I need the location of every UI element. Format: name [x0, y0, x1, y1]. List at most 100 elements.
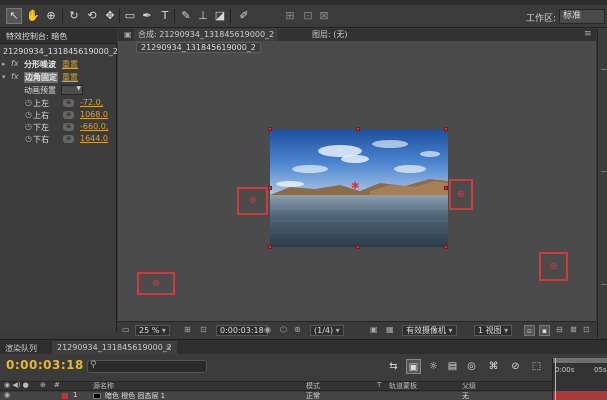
zoom-tool-icon[interactable]: ⊕ [43, 8, 59, 24]
stopwatch-icon[interactable]: ◷ [25, 110, 32, 119]
camera-select[interactable]: 有效摄像机 [402, 325, 457, 336]
reset-link[interactable]: 重置 [62, 72, 78, 83]
time-ruler[interactable]: 0:00s 05s [552, 358, 607, 400]
label-color-swatch[interactable] [62, 393, 68, 399]
safe-margins-icon[interactable]: ⊞ [184, 325, 191, 336]
crosshair-icon[interactable]: ⊕ [63, 135, 74, 143]
column-source-name[interactable]: 源名称 [93, 381, 114, 391]
tab-render-queue[interactable]: 渲染队列 [5, 343, 37, 354]
flowchart-icon[interactable]: ⊠ [570, 325, 577, 336]
reset-link[interactable]: 重置 [62, 59, 78, 70]
crosshair-icon[interactable]: ⊕ [63, 111, 74, 119]
layer-search-input[interactable] [87, 360, 207, 373]
region-of-interest-icon[interactable]: ⊡ [200, 325, 207, 336]
reset-exposure-icon[interactable]: ⊡ [583, 325, 590, 336]
column-t[interactable]: T [377, 381, 381, 389]
stopwatch-icon[interactable]: ◷ [25, 98, 32, 107]
twirl-icon[interactable]: ▾ [2, 73, 6, 81]
pan-behind-icon[interactable]: ✥ [102, 8, 118, 24]
twirl-icon[interactable]: ▸ [2, 60, 6, 68]
close-tab-icon[interactable]: × [165, 343, 172, 352]
stopwatch-icon[interactable]: ◷ [25, 134, 32, 143]
workspace-select[interactable]: 标准 [559, 9, 605, 24]
hide-shy-icon[interactable]: ☼ [426, 359, 441, 374]
rotate-tool-icon[interactable]: ↻ [66, 8, 82, 24]
fx-icon[interactable]: fx [11, 72, 19, 81]
layer-name[interactable]: 暗色 橙色 固态层 1 [105, 392, 165, 400]
work-area-bar[interactable] [553, 358, 607, 363]
crosshair-icon[interactable]: ⊕ [63, 99, 74, 107]
playhead[interactable] [555, 358, 556, 400]
column-parent[interactable]: 父级 [462, 381, 476, 391]
show-snapshot-icon[interactable]: ⬡ [280, 325, 287, 336]
rectangle-mask-icon[interactable]: ▭ [122, 8, 138, 24]
corner-pin-handle-icon[interactable]: ⊕ [248, 196, 256, 206]
panel-menu-icon[interactable]: ≡ [584, 29, 592, 39]
text-tool-icon[interactable]: T [157, 8, 173, 24]
effect-row-corner-pin[interactable]: ▾ fx 边角固定 重置 [0, 72, 117, 84]
eraser-tool-icon[interactable]: ◪ [212, 8, 228, 24]
effect-controls-tab[interactable]: 特效控制台: 暗色 [0, 29, 117, 44]
frame-blending-icon[interactable]: ▤ [445, 359, 460, 374]
param-value[interactable]: -72.0, [80, 98, 103, 107]
corner-pin-handle-icon[interactable]: ⊕ [549, 261, 557, 272]
layer-handle-bottom-right[interactable] [444, 245, 448, 249]
column-mode[interactable]: 模式 [306, 381, 320, 391]
brush-tool-icon[interactable]: ✎ [178, 8, 194, 24]
motion-blur-icon[interactable]: ◎ [464, 359, 479, 374]
always-preview-icon[interactable]: ▭ [122, 325, 130, 336]
selection-tool-icon[interactable]: ↖ [6, 8, 22, 24]
brainstorm-icon[interactable]: ⌘ [486, 359, 501, 374]
clone-stamp-icon[interactable]: ⊥ [195, 8, 211, 24]
timeline-layer-row[interactable]: ◉ 1 暗色 橙色 固态层 1 正常 无 [0, 392, 552, 400]
anchor-point-icon[interactable]: ✱ [351, 182, 359, 192]
roto-brush-icon[interactable]: ✐ [236, 8, 252, 24]
color-channel-icon[interactable]: ⊛ [294, 325, 301, 336]
composition-navigator-tab[interactable]: 21290934_131845619000_2 [136, 42, 261, 53]
snapshot-icon[interactable]: ◉ [264, 325, 271, 336]
lock-icon[interactable]: ▣ [124, 30, 132, 39]
param-value[interactable]: 1644.0 [80, 134, 108, 143]
current-time-display[interactable]: 0:00:03:18 [6, 358, 84, 372]
corner-pin-handle-icon[interactable]: ⊕ [457, 189, 465, 200]
tab-layer[interactable]: 图层: (无) [312, 29, 347, 41]
crosshair-icon[interactable]: ⊕ [63, 123, 74, 131]
stopwatch-icon[interactable]: ◷ [25, 122, 32, 131]
effect-row-fractal-noise[interactable]: ▸ fx 分形噪波 重置 [0, 59, 117, 71]
animation-preset-dropdown[interactable] [61, 85, 83, 95]
fast-previews-icon[interactable]: ▪ [539, 325, 550, 336]
corner-pin-handle-icon[interactable]: ⊕ [152, 278, 160, 289]
fast-preview-icon[interactable]: ▣ [370, 325, 378, 336]
param-value[interactable]: 1068.0 [80, 110, 108, 119]
pen-tool-icon[interactable]: ✒ [139, 8, 155, 24]
fx-icon[interactable]: fx [11, 59, 19, 68]
param-value[interactable]: -660.0, [80, 122, 108, 131]
graph-editor-icon[interactable]: ⊘ [508, 359, 523, 374]
live-update-icon[interactable]: ⇆ [386, 359, 401, 374]
draft-3d-icon[interactable]: ▣ [406, 359, 421, 374]
visibility-icon[interactable]: ◉ [4, 392, 10, 399]
layer-duration-bar[interactable] [553, 391, 607, 400]
layer-parent[interactable]: 无 [462, 392, 469, 400]
view-axis-icon[interactable]: ⊠ [316, 8, 332, 24]
layer-handle-middle-right[interactable] [444, 186, 448, 190]
transparency-grid-icon[interactable]: ▦ [386, 325, 394, 336]
resolution-select[interactable]: (1/4) [310, 325, 344, 336]
hand-tool-icon[interactable]: ✋ [25, 8, 41, 24]
column-track-matte[interactable]: 轨道蒙板 [389, 381, 417, 391]
world-axis-icon[interactable]: ⊡ [300, 8, 316, 24]
axis-mode-icon[interactable]: ⊞ [282, 8, 298, 24]
view-layout-select[interactable]: 1 视图 [474, 325, 513, 336]
layer-handle-top-center[interactable] [356, 127, 360, 131]
toggle-pixel-aspect-icon[interactable]: ▫ [524, 325, 535, 336]
layer-handle-top-right[interactable] [444, 127, 448, 131]
tab-timeline-comp[interactable]: 21290934_131845619000_2 [52, 341, 177, 354]
layer-handle-top-left[interactable] [268, 127, 272, 131]
timeline-icon[interactable]: ⊟ [556, 325, 563, 336]
camera-orbit-icon[interactable]: ⟲ [84, 8, 100, 24]
layer-mode[interactable]: 正常 [306, 392, 320, 400]
auto-keyframe-icon[interactable]: ⬚ [529, 359, 544, 374]
timecode-field[interactable]: 0:00:03:18 [216, 325, 268, 336]
layer-handle-middle-left[interactable] [268, 186, 272, 190]
layer-handle-bottom-center[interactable] [356, 245, 360, 249]
